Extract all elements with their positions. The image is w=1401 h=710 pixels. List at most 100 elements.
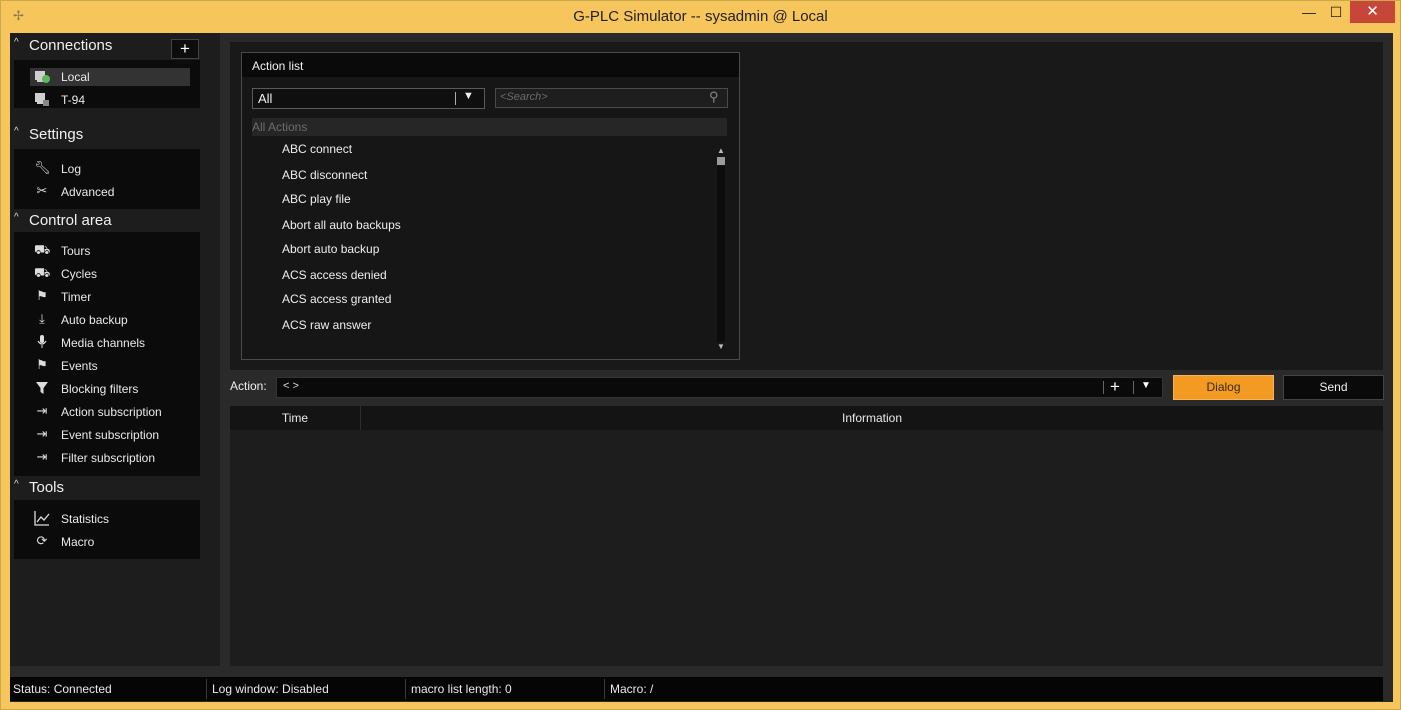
collapse-chevron-icon[interactable]: ^ [14, 37, 19, 48]
collapse-chevron-icon[interactable]: ^ [14, 126, 19, 137]
server-connected-icon [34, 68, 50, 84]
add-connection-button[interactable]: + [171, 39, 199, 59]
client-area: ^ Connections + Local T-94 ^ Settings 🔧︎… [10, 33, 1393, 702]
status-log-window: Log window: Disabled [212, 682, 329, 696]
action-list-scrollbar[interactable]: ▲ ▼ [717, 146, 725, 351]
sidebar-item-label: Log [61, 162, 82, 176]
sidebar-item-blocking-filters[interactable]: Blocking filters [14, 380, 200, 400]
scrollbar-thumb[interactable] [717, 157, 725, 165]
dialog-button[interactable]: Dialog [1173, 375, 1274, 400]
search-icon[interactable]: ⚲ [709, 89, 719, 105]
scroll-down-arrow-icon[interactable]: ▼ [717, 342, 725, 351]
camera-tours-icon: ⛟ [34, 242, 51, 257]
sidebar-item-advanced[interactable]: ✂︎ Advanced [14, 183, 200, 203]
minimize-button[interactable]: — [1297, 1, 1321, 23]
section-tools-header[interactable]: ^ Tools [10, 477, 210, 499]
sidebar-item-label: Tours [61, 244, 91, 258]
collapse-chevron-icon[interactable]: ^ [14, 212, 19, 223]
action-list-item[interactable]: Abort auto backup [282, 242, 379, 256]
section-title: Settings [29, 126, 84, 143]
section-title: Tools [29, 479, 65, 496]
column-header-information[interactable]: Information [361, 406, 1383, 430]
sidebar-item-label: Statistics [61, 512, 110, 526]
connection-item-local[interactable]: Local [14, 68, 200, 88]
action-list-item[interactable]: ABC disconnect [282, 168, 367, 182]
action-list-item[interactable]: ABC play file [282, 192, 351, 206]
section-title: Connections [29, 37, 113, 54]
scrollbar-track[interactable] [717, 166, 725, 342]
subscription-arrow-icon: ⇥ [36, 449, 48, 464]
download-icon: ⤓ [39, 311, 45, 326]
action-list: ABC connect ABC disconnect ABC play file… [252, 141, 714, 351]
subscription-arrow-icon: ⇥ [36, 403, 48, 418]
sidebar-item-media-channels[interactable]: Media channels [14, 334, 200, 354]
dropdown-arrow-icon[interactable]: ▼ [463, 90, 474, 102]
sidebar-item-filter-subscription[interactable]: ⇥ Filter subscription [14, 449, 200, 469]
line-chart-icon [34, 510, 50, 526]
sidebar-item-label: Filter subscription [61, 451, 156, 465]
column-header-time[interactable]: Time [230, 406, 361, 430]
title-bar[interactable]: ✢ G-PLC Simulator -- sysadmin @ Local — … [1, 1, 1400, 32]
section-connections-header[interactable]: ^ Connections + [10, 35, 210, 59]
action-list-title: Action list [252, 59, 304, 73]
log-table-header: Time Information [230, 406, 1383, 430]
action-input-field[interactable]: < > + ▼ [276, 377, 1163, 398]
connection-label: Local [61, 70, 90, 84]
action-list-item[interactable]: ACS raw answer [282, 318, 371, 332]
sidebar-item-label: Media channels [61, 336, 146, 350]
server-icon [34, 91, 50, 107]
action-search-box[interactable]: ⚲ [495, 88, 728, 108]
action-list-item[interactable]: ACS access granted [282, 292, 391, 306]
sidebar-item-tours[interactable]: ⛟ Tours [14, 242, 200, 262]
app-window: ✢ G-PLC Simulator -- sysadmin @ Local — … [0, 0, 1401, 710]
action-list-item[interactable]: ACS access denied [282, 268, 387, 282]
log-table: Time Information [230, 406, 1383, 666]
subscription-arrow-icon: ⇥ [36, 426, 48, 441]
connections-list: Local T-94 [14, 60, 200, 108]
section-control-area-header[interactable]: ^ Control area [10, 210, 210, 232]
action-list-panel: Action list All ▼ ⚲ All Actions ABC conn… [241, 52, 740, 360]
section-settings-header[interactable]: ^ Settings [10, 124, 210, 146]
send-button[interactable]: Send [1283, 375, 1384, 400]
sidebar-item-events[interactable]: ⚑ Events [14, 357, 200, 377]
action-input-value: < > [283, 380, 299, 392]
microphone-icon [34, 334, 50, 350]
sidebar-item-label: Auto backup [61, 313, 128, 327]
close-button[interactable]: ✕ [1350, 1, 1395, 23]
status-macro: Macro: / [610, 682, 654, 696]
action-list-item[interactable]: Abort all auto backups [282, 218, 401, 232]
action-dropdown-arrow-icon[interactable]: ▼ [1141, 380, 1151, 391]
connection-item-t94[interactable]: T-94 [14, 91, 200, 111]
sidebar-item-label: Event subscription [61, 428, 160, 442]
status-connection: Status: Connected [13, 682, 112, 696]
sidebar-item-timer[interactable]: ⚑ Timer [14, 288, 200, 308]
control-area-list: ⛟ Tours ⛟ Cycles ⚑ Timer ⤓ Auto backup M… [14, 232, 200, 476]
action-filter-dropdown[interactable]: All ▼ [252, 88, 485, 109]
sidebar-item-action-subscription[interactable]: ⇥ Action subscription [14, 403, 200, 423]
sidebar-item-event-subscription[interactable]: ⇥ Event subscription [14, 426, 200, 446]
sidebar-item-label: Blocking filters [61, 382, 139, 396]
tools-list: Statistics ⟳ Macro [14, 500, 200, 559]
status-macro-list-length: macro list length: 0 [411, 682, 512, 696]
sidebar-item-label: Events [61, 359, 98, 373]
collapse-chevron-icon[interactable]: ^ [14, 479, 19, 490]
filter-icon [34, 380, 50, 396]
sidebar-item-statistics[interactable]: Statistics [14, 510, 200, 530]
action-list-item[interactable]: ABC connect [282, 142, 352, 156]
add-action-button[interactable]: + [1110, 377, 1120, 397]
sidebar-item-label: Macro [61, 535, 95, 549]
maximize-button[interactable]: ☐ [1324, 1, 1348, 23]
sidebar-item-label: Action subscription [61, 405, 162, 419]
sidebar-item-macro[interactable]: ⟳ Macro [14, 533, 200, 553]
action-group-header[interactable]: All Actions [252, 118, 727, 136]
flag-icon: ⚑ [36, 357, 48, 372]
scroll-up-arrow-icon[interactable]: ▲ [717, 146, 725, 155]
window-title: G-PLC Simulator -- sysadmin @ Local [573, 8, 828, 25]
status-bar: Status: Connected Log window: Disabled m… [10, 677, 1383, 701]
section-title: Control area [29, 212, 112, 229]
sidebar-item-cycles[interactable]: ⛟ Cycles [14, 265, 200, 285]
sidebar-item-label: Timer [61, 290, 92, 304]
sidebar-item-auto-backup[interactable]: ⤓ Auto backup [14, 311, 200, 331]
action-search-input[interactable] [500, 91, 700, 103]
sidebar-item-log[interactable]: 🔧︎ Log [14, 160, 200, 180]
